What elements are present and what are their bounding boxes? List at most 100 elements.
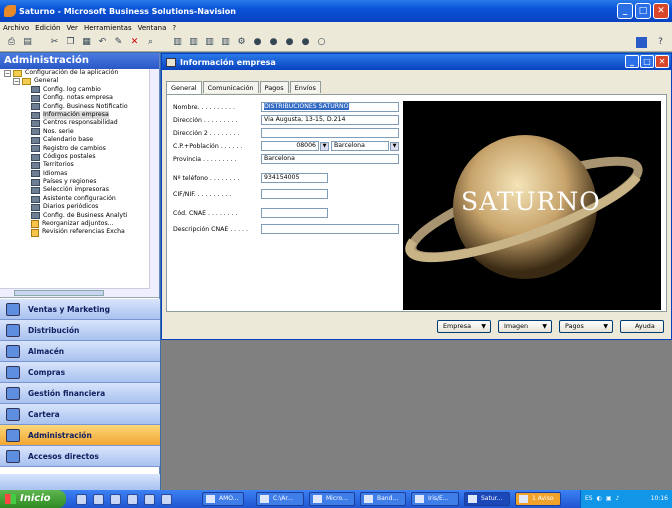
taskbar-item-folder[interactable]: C:\Ar... [256,492,304,506]
descripcion-cnae-field[interactable] [261,224,399,234]
tree-item[interactable]: − General [0,77,159,86]
pagos-button[interactable]: Pagos ▼ [559,320,613,333]
form-close-button[interactable]: ✕ [655,55,669,68]
first-record-icon[interactable]: ● [252,37,263,48]
form-maximize-button[interactable]: □ [640,55,654,68]
tree-item[interactable]: Información empresa [0,110,159,120]
imagen-button[interactable]: Imagen ▼ [498,320,552,333]
nav-section-button[interactable]: Almacén [0,341,160,362]
quick-launch-icon[interactable] [110,493,121,505]
cnae-field[interactable] [261,208,328,218]
tree-item[interactable]: Config. de Business Analyti [0,212,159,220]
menu-ver[interactable]: Ver [67,24,78,32]
start-button[interactable]: Inicio [0,490,66,508]
print-icon[interactable]: ⎙ [6,37,17,48]
show-all-icon[interactable]: ▥ [220,37,231,48]
tree-item[interactable]: Selección impresoras [0,186,159,195]
tab-comunicacion[interactable]: Comunicación [202,81,259,93]
poblacion-field[interactable]: Barcelona [331,141,389,151]
cif-field[interactable] [261,189,328,199]
collapse-icon[interactable]: − [4,69,11,77]
tab-envios[interactable]: Envíos [289,81,321,93]
empresa-button[interactable]: Empresa ▼ [437,320,491,333]
nav-section-button[interactable]: Distribución [0,320,160,341]
menu-archivo[interactable]: Archivo [3,24,29,32]
copy-icon[interactable]: ❐ [65,37,76,48]
quick-launch-icon[interactable] [76,493,87,505]
refresh-icon[interactable]: ○ [316,37,327,48]
filter-icon[interactable]: ▥ [172,37,183,48]
tree-vertical-scrollbar[interactable] [149,69,159,297]
maximize-button[interactable]: □ [635,3,651,19]
direccion2-field[interactable] [261,128,399,138]
tree-item[interactable]: Diarios periódicos [0,203,159,211]
menu-edicion[interactable]: Edición [35,24,60,32]
tree-item[interactable]: Códigos postales [0,153,159,161]
tree-item[interactable]: Calendario base [0,136,159,144]
delete-icon[interactable]: ✕ [129,37,140,48]
provincia-field[interactable]: Barcelona [261,154,399,164]
menu-herramientas[interactable]: Herramientas [84,24,132,32]
language-indicator[interactable]: ES [585,490,593,508]
main-title-bar[interactable]: Saturno - Microsoft Business Solutions-N… [0,0,672,22]
nav-section-button[interactable]: Accesos directos [0,446,160,467]
nombre-field[interactable]: DISTRIBUCIONES SATURNO [261,102,399,112]
quick-launch-icon[interactable] [127,493,138,505]
next-record-icon[interactable]: ● [284,37,295,48]
last-record-icon[interactable]: ● [300,37,311,48]
print-preview-icon[interactable]: ▤ [22,37,33,48]
tree-horizontal-scrollbar[interactable] [0,288,150,297]
form-title-bar[interactable]: Información empresa _ □ ✕ [162,54,671,70]
menu-ventana[interactable]: Ventana [138,24,167,32]
minimize-button[interactable]: _ [617,3,633,19]
quick-launch-icon[interactable] [144,493,155,505]
taskbar-item-aviso[interactable]: 1 Aviso [515,492,561,506]
tree-item[interactable]: Config. notas empresa [0,94,159,102]
close-button[interactable]: ✕ [653,3,669,19]
tree-item[interactable]: Registro de cambios [0,145,159,153]
nav-section-button[interactable]: Administración [0,425,160,446]
tray-icon[interactable]: ▣ [606,490,612,508]
navigation-pane-icon[interactable] [636,37,647,48]
tree-item[interactable]: Idiomas [0,170,159,178]
tree-item[interactable]: Revisión referencias Excha [0,228,159,237]
taskbar-item-iris[interactable]: Iris/E... [411,492,459,506]
poblacion-lookup-button[interactable]: ▼ [390,141,399,151]
taskbar-item-micro[interactable]: Micro... [309,492,355,506]
nav-section-button[interactable]: Ventas y Marketing [0,299,160,320]
tree-item[interactable]: Centros responsabilidad [0,119,159,128]
help-icon[interactable]: ? [655,37,666,48]
cp-field[interactable]: 08006 [261,141,319,151]
nav-section-button[interactable]: Gestión financiera [0,383,160,404]
previous-record-icon[interactable]: ● [268,37,279,48]
cp-lookup-button[interactable]: ▼ [320,141,329,151]
tree-item[interactable]: Asistente configuración [0,195,159,203]
find-icon[interactable]: ⌕ [145,37,156,48]
sort-icon[interactable]: ⚙ [236,37,247,48]
tree-item[interactable]: Config. Business Notificatio [0,103,159,111]
direccion-field[interactable]: Via Augusta, 13-15, D.214 [261,115,399,125]
flow-filter-icon[interactable]: ▥ [204,37,215,48]
field-filter-icon[interactable]: ▥ [188,37,199,48]
quick-launch-icon[interactable] [161,493,172,505]
tab-general[interactable]: General [166,81,202,94]
ayuda-button[interactable]: Ayuda [620,320,664,333]
tab-pagos[interactable]: Pagos [259,81,289,93]
taskbar-item-band[interactable]: Band... [360,492,406,506]
telefono-field[interactable]: 934154005 [261,173,328,183]
cut-icon[interactable]: ✂ [49,37,60,48]
tray-icon[interactable]: ◐ [597,490,602,508]
nav-section-button[interactable]: Cartera [0,404,160,425]
nav-section-button[interactable]: Compras [0,362,160,383]
tree-item[interactable]: − Configuración de la aplicación [0,69,159,77]
collapse-icon[interactable]: − [13,78,20,86]
form-minimize-button[interactable]: _ [625,55,639,68]
undo-icon[interactable]: ↶ [97,37,108,48]
tree-item[interactable]: Nos. serie [0,128,159,136]
paste-icon[interactable]: ▦ [81,37,92,48]
tree-item[interactable]: Config. log cambio [0,86,159,94]
menu-help[interactable]: ? [172,24,176,32]
taskbar-item-amo[interactable]: AMO... [202,492,244,506]
volume-icon[interactable]: ♪ [616,490,620,508]
quick-launch-icon[interactable] [93,493,104,505]
